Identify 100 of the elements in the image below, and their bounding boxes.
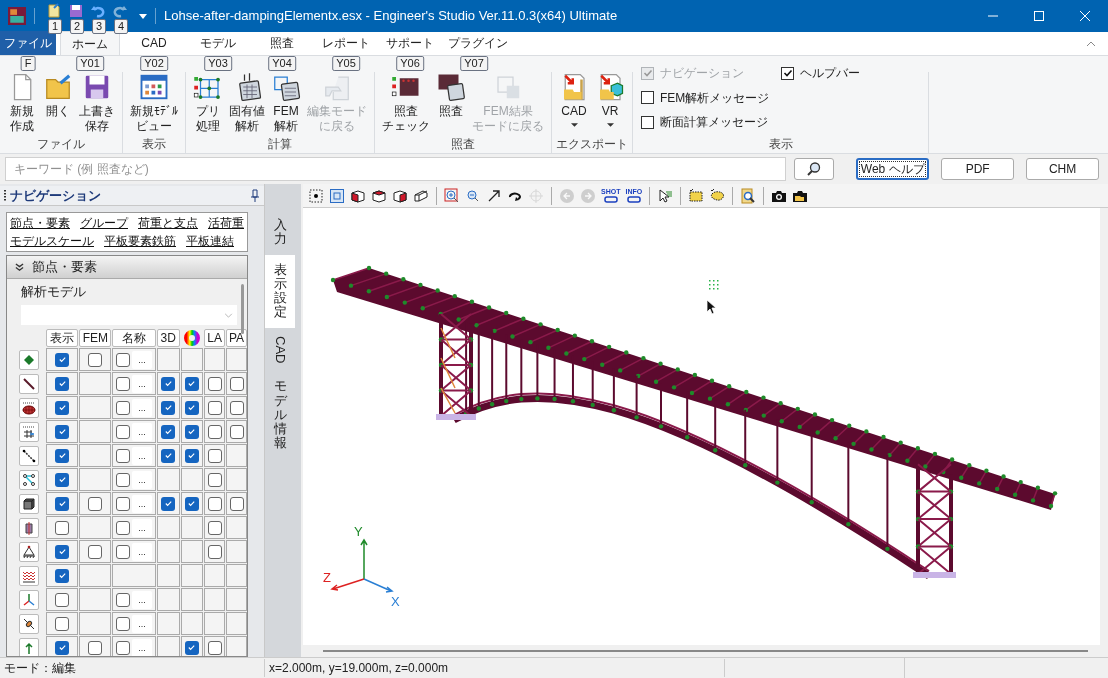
more-button[interactable]: ... (132, 494, 153, 513)
side-tab[interactable]: CAD (265, 327, 295, 372)
checkbox[interactable] (88, 544, 103, 559)
checkbox[interactable] (116, 640, 131, 655)
more-button[interactable]: ... (132, 350, 153, 369)
nav-link[interactable]: 荷重と支点 (138, 214, 198, 232)
checkbox[interactable] (55, 496, 70, 511)
checkbox[interactable] (88, 640, 103, 655)
checkbox[interactable]: ヘルプバー (781, 62, 861, 84)
checkbox[interactable] (116, 592, 131, 607)
nav-link[interactable]: 平板連結 (186, 232, 234, 250)
checkbox[interactable] (184, 496, 199, 511)
checkbox[interactable] (55, 400, 70, 415)
point-select-icon[interactable] (308, 187, 324, 204)
fit-view-icon[interactable] (329, 187, 345, 204)
menu-tab[interactable]: サポート (380, 31, 440, 55)
ribbon-button[interactable]: プリ 処理 (190, 72, 226, 136)
ribbon-button[interactable]: FEM 解析 (268, 72, 304, 136)
ribbon-button[interactable]: 新規 作成 (4, 72, 40, 136)
menu-tab[interactable]: レポート (316, 31, 376, 55)
caret-icon[interactable] (139, 13, 147, 19)
checkbox[interactable] (184, 424, 199, 439)
more-button[interactable]: ... (132, 638, 153, 656)
checkbox[interactable] (184, 640, 199, 655)
menu-tab[interactable]: ホーム (60, 31, 120, 55)
nav-link[interactable]: 平板要素鉄筋 (104, 232, 176, 250)
checkbox[interactable] (116, 520, 131, 535)
checkbox[interactable] (55, 640, 70, 655)
checkbox[interactable] (161, 448, 176, 463)
checkbox[interactable] (88, 352, 103, 367)
checkbox[interactable] (116, 472, 131, 487)
nav-link[interactable]: グループ (80, 214, 128, 232)
menu-tab[interactable]: ファイル (0, 31, 56, 55)
checkbox[interactable] (184, 376, 199, 391)
rectangle-select-icon[interactable] (688, 187, 705, 204)
checkbox[interactable] (116, 376, 131, 391)
nav-link[interactable]: 節点・要素 (10, 214, 70, 232)
checkbox[interactable] (55, 448, 70, 463)
cube-icon[interactable] (371, 187, 387, 204)
more-button[interactable]: ... (132, 470, 153, 489)
help-button[interactable]: Web ヘルプ (856, 158, 930, 180)
cube-icon[interactable] (392, 187, 408, 204)
magnifier-document-icon[interactable] (740, 187, 757, 204)
side-tab[interactable]: 表示設定 (265, 254, 295, 328)
checkbox[interactable] (116, 496, 131, 511)
checkbox[interactable] (55, 424, 70, 439)
checkbox[interactable] (116, 616, 131, 631)
checkbox[interactable] (161, 400, 176, 415)
pin-icon[interactable] (250, 188, 260, 203)
checkbox[interactable] (55, 568, 70, 583)
ribbon-button[interactable]: 照査 チェック (379, 72, 433, 136)
new-file-icon[interactable] (46, 3, 62, 19)
ribbon-button[interactable]: 上書き 保存 (76, 72, 118, 136)
checkbox[interactable]: 断面計算メッセージ (641, 111, 770, 134)
checkbox[interactable] (116, 424, 131, 439)
ribbon-button[interactable]: 照査 (433, 72, 469, 136)
checkbox[interactable] (88, 496, 103, 511)
ribbon-button[interactable]: CAD (556, 72, 592, 136)
more-button[interactable]: ... (132, 374, 153, 393)
section-header[interactable]: 節点・要素 (7, 256, 247, 279)
help-button[interactable]: PDF (941, 158, 1015, 180)
more-button[interactable]: ... (132, 398, 153, 417)
dropdown-field[interactable] (21, 305, 237, 325)
more-button[interactable]: ... (132, 542, 153, 561)
checkbox[interactable] (55, 520, 70, 535)
more-button[interactable]: ... (132, 422, 153, 441)
search-field[interactable]: キーワード (例 照査など) (5, 157, 787, 181)
checkbox[interactable] (55, 616, 70, 631)
more-button[interactable]: ... (132, 518, 153, 537)
more-button[interactable]: ... (132, 590, 153, 609)
diagonal-arrow-icon[interactable] (486, 187, 502, 204)
checkbox[interactable] (55, 472, 70, 487)
checkbox[interactable]: FEM解析メッセージ (641, 86, 770, 109)
checkbox[interactable] (161, 424, 176, 439)
zoom-window-icon[interactable] (444, 187, 460, 204)
more-button[interactable]: ... (132, 614, 153, 633)
cursor-select-icon[interactable] (657, 187, 674, 204)
ribbon-button[interactable]: VR (592, 72, 628, 136)
checkbox[interactable] (116, 448, 131, 463)
zoom-out-icon[interactable] (465, 187, 481, 204)
checkbox[interactable] (55, 352, 70, 367)
save-icon[interactable] (68, 3, 84, 19)
menu-tab[interactable]: CAD (124, 31, 184, 55)
menu-tab[interactable]: 照査 (252, 31, 312, 55)
lasso-select-icon[interactable] (709, 187, 726, 204)
nav-link[interactable]: モデルスケール (10, 232, 94, 250)
side-tab[interactable]: モデル情報 (265, 371, 295, 459)
checkbox[interactable] (55, 376, 70, 391)
checkbox[interactable] (116, 400, 131, 415)
scrollbar-thumb[interactable] (323, 650, 1088, 652)
checkbox[interactable] (55, 592, 70, 607)
menu-tab[interactable]: モデル (188, 31, 248, 55)
side-tab[interactable]: 入力 (265, 210, 295, 255)
nav-link[interactable]: 活荷重 (208, 214, 244, 232)
scrollbar-thumb[interactable] (241, 284, 244, 334)
ribbon-button[interactable]: 開く (40, 72, 76, 136)
checkbox[interactable] (184, 448, 199, 463)
checkbox[interactable] (116, 544, 131, 559)
more-button[interactable]: ... (132, 446, 153, 465)
ribbon-button[interactable]: 新規ﾓﾃﾞﾙ ビュー (127, 72, 181, 136)
